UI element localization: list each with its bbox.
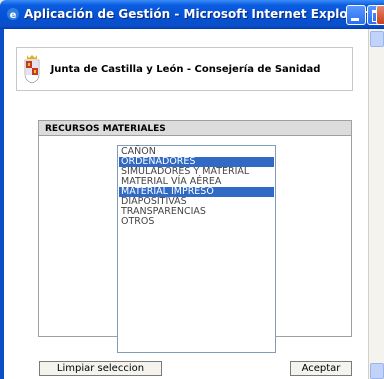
internet-explorer-icon: e bbox=[7, 8, 19, 21]
list-option[interactable]: OTROS bbox=[119, 217, 274, 227]
panel-title: RECURSOS MATERIALES bbox=[45, 124, 166, 134]
organization-title: Junta de Castilla y León - Consejería de… bbox=[50, 64, 321, 75]
window-titlebar[interactable]: e Aplicación de Gestión - Microsoft Inte… bbox=[0, 0, 384, 29]
minimize-icon bbox=[351, 18, 359, 21]
clear-selection-button[interactable]: Limpiar seleccion bbox=[39, 361, 162, 376]
scroll-up-button[interactable] bbox=[370, 31, 384, 47]
close-button[interactable] bbox=[376, 5, 384, 25]
minimize-button[interactable] bbox=[346, 5, 366, 25]
accept-button[interactable]: Aceptar bbox=[290, 361, 352, 376]
vertical-scrollbar[interactable] bbox=[368, 29, 384, 379]
window-title: Aplicación de Gestión - Microsoft Intern… bbox=[24, 7, 384, 21]
scroll-down-button[interactable] bbox=[370, 363, 384, 379]
page-header: Junta de Castilla y León - Consejería de… bbox=[16, 47, 353, 91]
resources-panel: RECURSOS MATERIALES CAÑON ORDENADORES SIMU… bbox=[38, 120, 352, 353]
resources-listbox[interactable]: CAÑON ORDENADORES SIMULADORES Y MATERIAL MA… bbox=[117, 145, 276, 353]
svg-text:e: e bbox=[10, 10, 17, 21]
panel-header: RECURSOS MATERIALES bbox=[39, 121, 351, 136]
